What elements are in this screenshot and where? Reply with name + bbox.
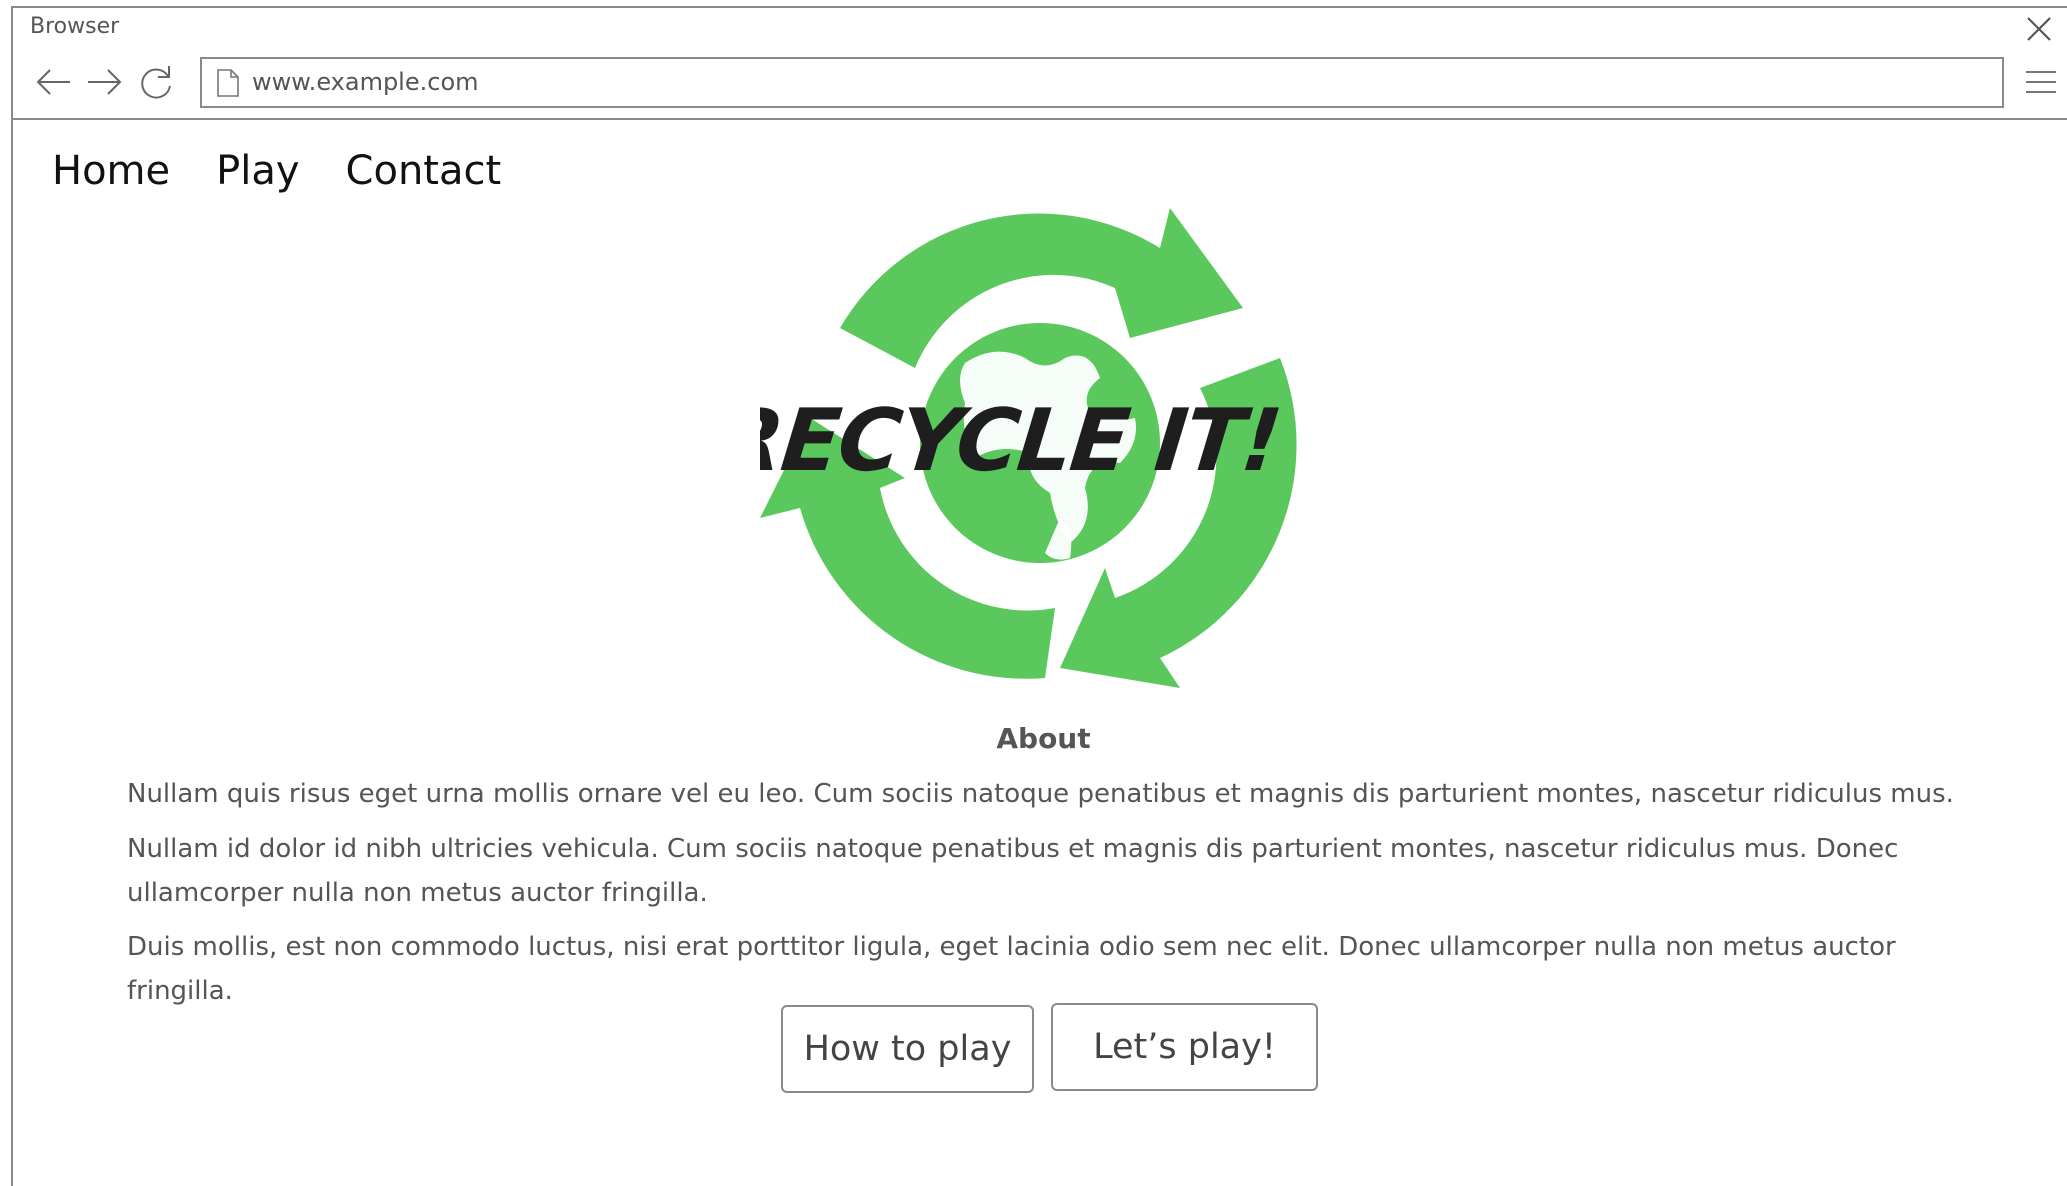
window-title: Browser (30, 14, 120, 39)
how-to-play-button[interactable]: How to play (781, 1005, 1034, 1093)
nav-item-contact[interactable]: Contact (346, 148, 502, 194)
logo-text: RECYCLE IT! (760, 391, 1284, 491)
url-input[interactable] (252, 68, 1952, 96)
arrow-right-icon[interactable] (84, 62, 124, 102)
lets-play-button[interactable]: Let’s play! (1051, 1003, 1318, 1091)
about-paragraph-3: Duis mollis, est non commodo luctus, nis… (127, 932, 1896, 1006)
arrow-left-icon[interactable] (34, 62, 74, 102)
about-heading: About (996, 722, 1091, 755)
site-nav: Home Play Contact (52, 148, 547, 194)
about-paragraph-1: Nullam quis risus eget urna mollis ornar… (127, 779, 1954, 809)
file-icon (217, 69, 239, 97)
address-bar[interactable] (200, 57, 2004, 108)
close-icon[interactable] (2024, 14, 2054, 44)
recycle-logo: RECYCLE IT! (760, 208, 1297, 688)
about-paragraph-2: Nullam id dolor id nibh ultricies vehicu… (127, 834, 1899, 908)
reload-icon[interactable] (136, 62, 176, 102)
toolbar-divider (11, 118, 2067, 120)
hamburger-menu-icon[interactable] (2024, 66, 2058, 98)
nav-item-home[interactable]: Home (52, 148, 170, 194)
nav-item-play[interactable]: Play (216, 148, 299, 194)
